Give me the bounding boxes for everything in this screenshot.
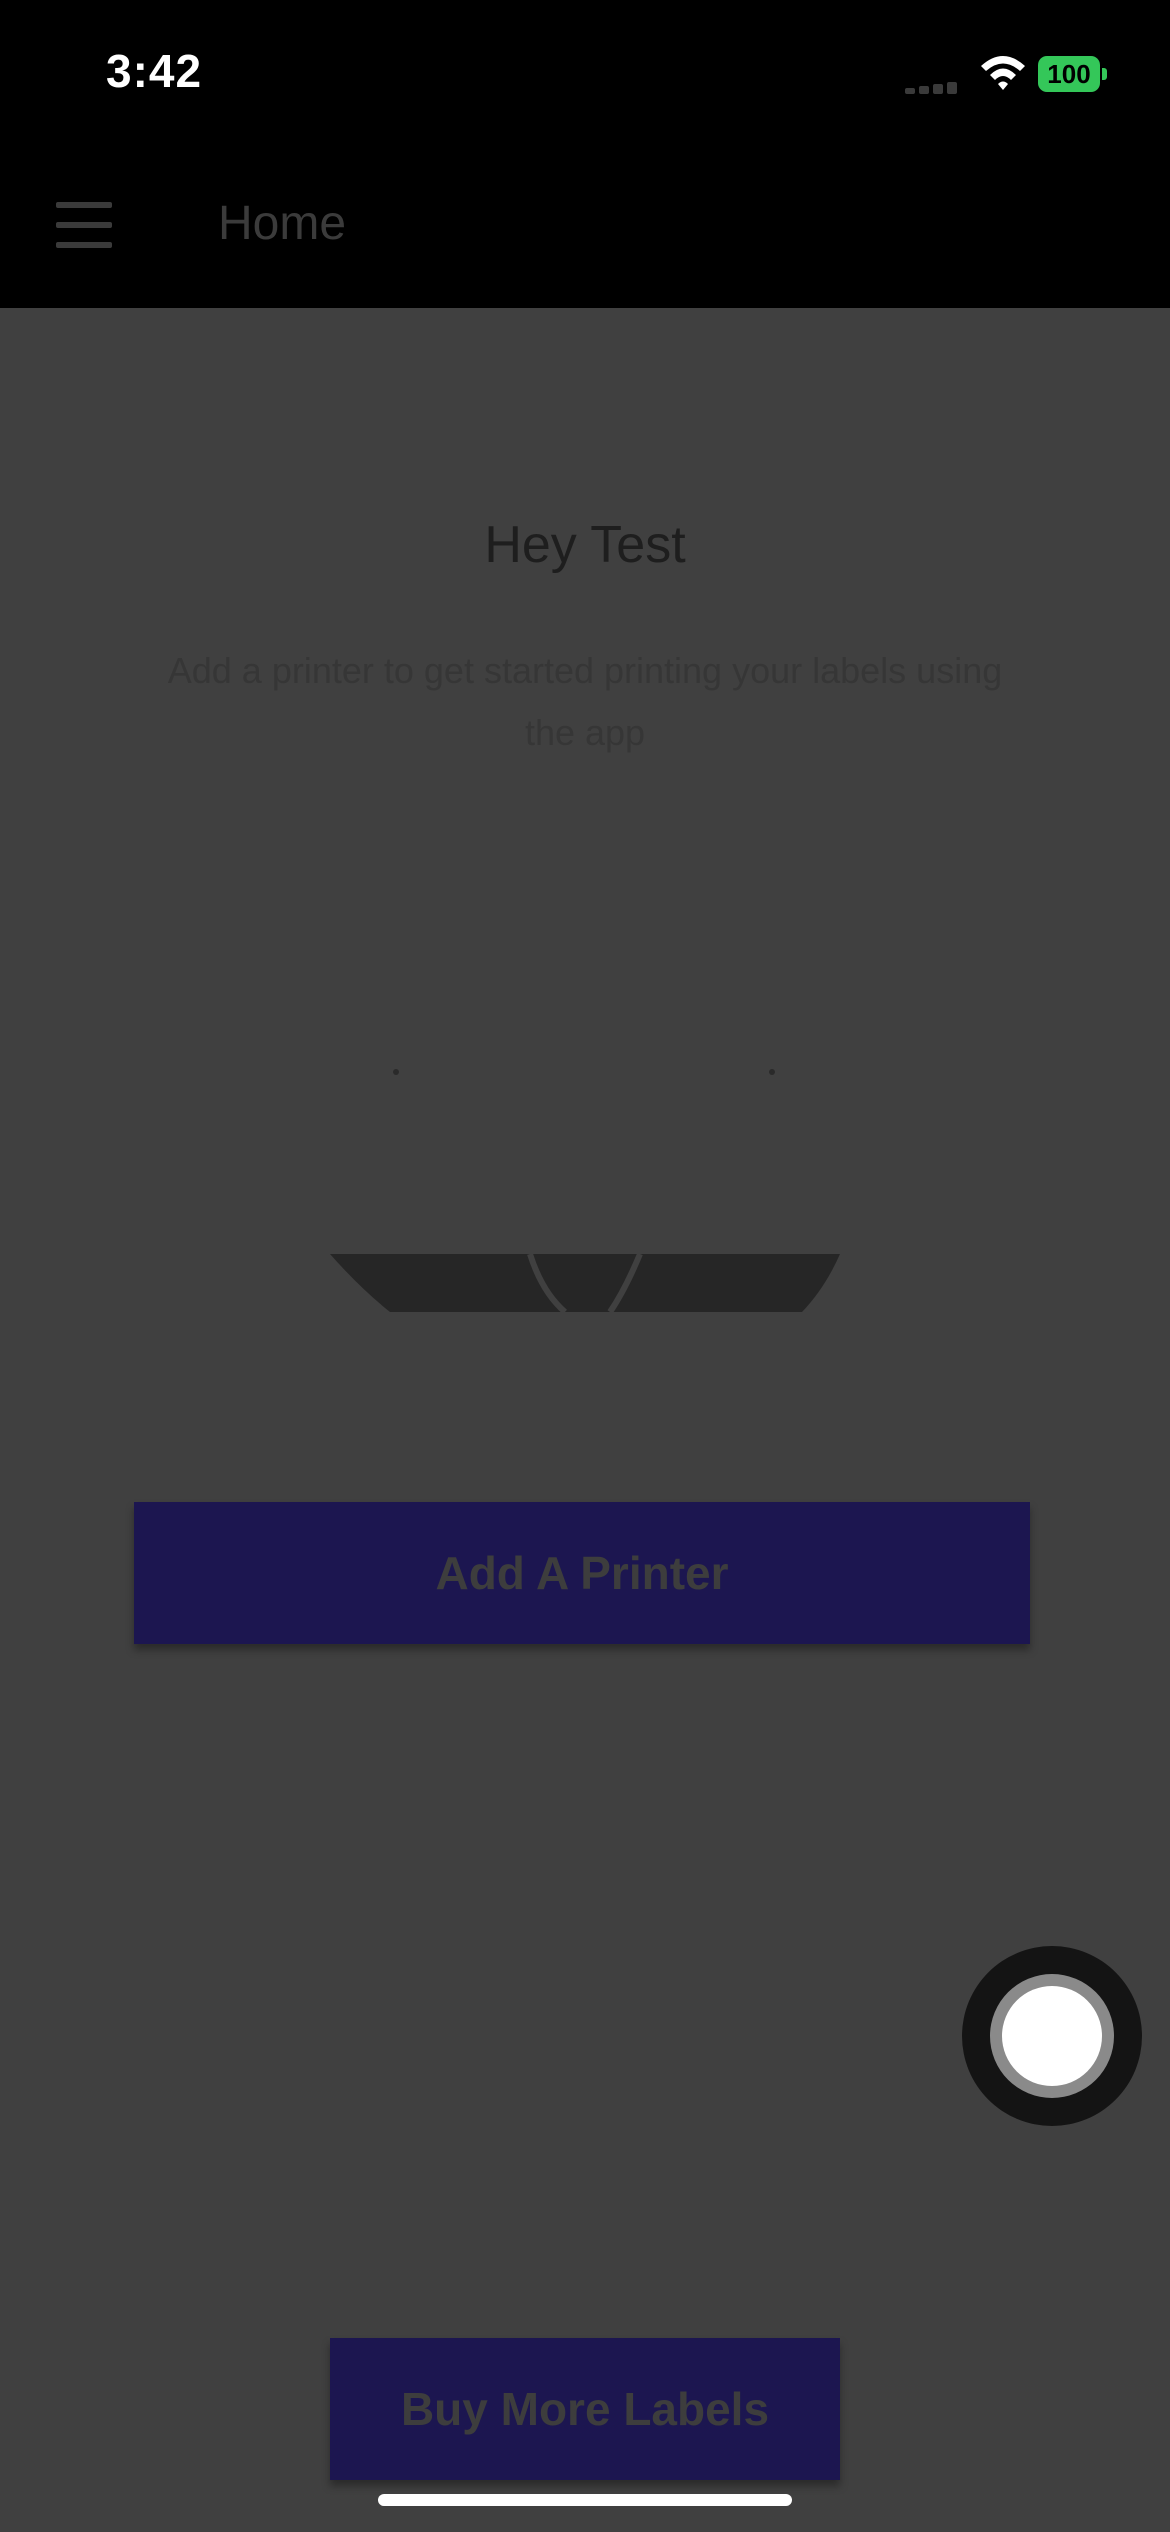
buy-more-labels-button[interactable]: Buy More Labels bbox=[330, 2338, 840, 2480]
app-header: Home bbox=[0, 150, 1170, 308]
assistive-touch-icon bbox=[1002, 1986, 1102, 2086]
home-indicator[interactable] bbox=[378, 2494, 792, 2506]
add-printer-button[interactable]: Add A Printer bbox=[134, 1502, 1030, 1644]
battery-icon: 100 bbox=[1038, 56, 1108, 92]
wifi-icon bbox=[981, 56, 1025, 90]
greeting-subtitle: Add a printer to get started printing yo… bbox=[167, 650, 1003, 753]
hamburger-menu-icon[interactable] bbox=[56, 202, 112, 248]
home-screen: 3:42 100 Home Hey Test Add a printer to … bbox=[0, 0, 1170, 2532]
battery-level: 100 bbox=[1047, 58, 1091, 89]
signal-icon bbox=[905, 82, 957, 94]
page-title: Home bbox=[218, 197, 347, 250]
battery-cap bbox=[1102, 68, 1107, 80]
battery-body: 100 bbox=[1038, 56, 1100, 92]
printer-icon bbox=[330, 1069, 840, 1315]
status-time: 3:42 bbox=[106, 45, 203, 97]
status-bar: 3:42 100 bbox=[0, 0, 1170, 150]
assistive-touch-button[interactable] bbox=[962, 1946, 1142, 2126]
greeting-heading: Hey Test bbox=[484, 516, 686, 574]
